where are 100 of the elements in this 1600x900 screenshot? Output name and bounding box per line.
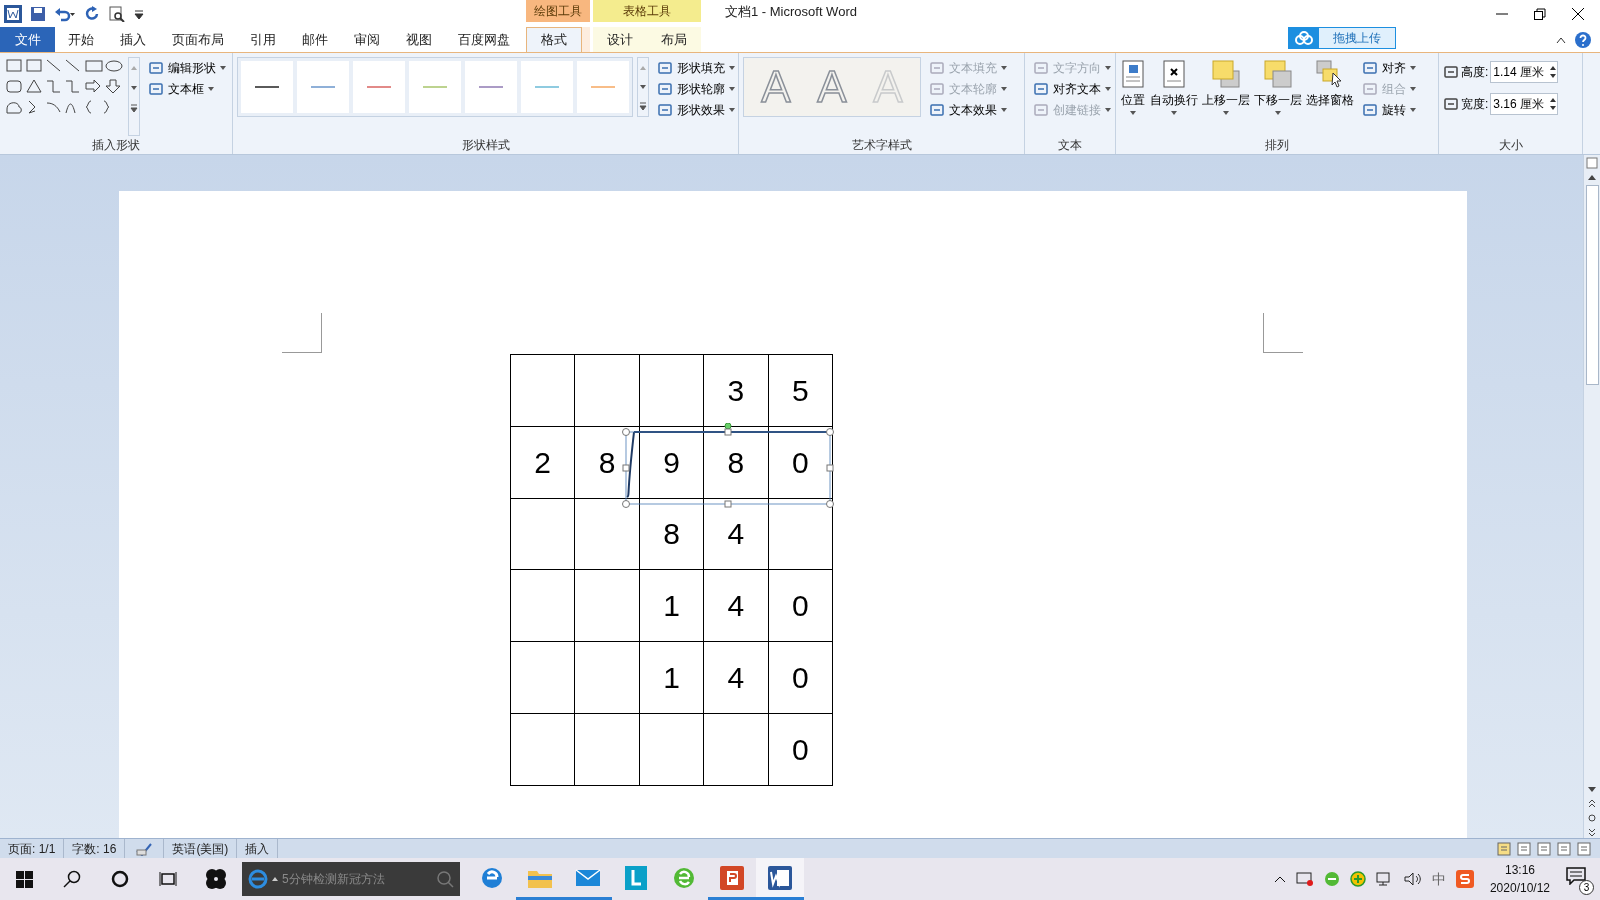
ribbon-command[interactable]: 文本效果 — [925, 99, 1011, 120]
caret-icon — [1410, 107, 1416, 112]
browse-object-icon[interactable] — [1587, 798, 1597, 838]
draft-icon[interactable] — [1576, 841, 1592, 856]
word-logo-icon — [4, 4, 22, 23]
ribbon-command[interactable]: 编辑形状 — [144, 57, 230, 78]
ribbon-tab[interactable]: 设计 — [593, 27, 647, 52]
help-icon[interactable] — [1574, 30, 1592, 49]
word-app-icon — [768, 865, 792, 890]
ribbon-tab[interactable]: 页面布局 — [159, 27, 237, 52]
caret-icon — [1410, 86, 1416, 91]
large-ribbon-button[interactable]: 选择窗格 — [1306, 57, 1354, 136]
expand-gallery-icon[interactable] — [638, 100, 648, 113]
large-ribbon-button[interactable]: 下移一层 — [1254, 57, 1302, 136]
notification-icon[interactable] — [1566, 867, 1586, 885]
table-cell: 0 — [768, 642, 833, 714]
collapse-ribbon-icon[interactable] — [1556, 35, 1566, 44]
table-cell — [575, 714, 640, 786]
ribbon-tab[interactable]: 插入 — [107, 27, 159, 52]
caret-icon — [220, 65, 226, 70]
caret-icon — [1275, 111, 1281, 115]
ribbon-command[interactable]: 对齐文本 — [1029, 78, 1115, 99]
size-input[interactable]: 1.14 厘米 — [1490, 61, 1559, 83]
taskbar-app[interactable] — [756, 858, 804, 900]
speaker-icon[interactable] — [1403, 871, 1422, 887]
file-tab[interactable]: 文件 — [0, 27, 55, 52]
ribbon-tab[interactable]: 开始 — [55, 27, 107, 52]
caret-icon — [1105, 107, 1111, 112]
large-ribbon-button[interactable]: 上移一层 — [1202, 57, 1250, 136]
spinner-icon[interactable] — [1549, 96, 1558, 112]
screen-icon[interactable] — [1295, 871, 1314, 887]
context-tab-header: 表格工具 — [593, 0, 701, 22]
line-style-swatch[interactable] — [409, 61, 461, 113]
caret-icon — [1223, 111, 1229, 115]
taskbar-search-field[interactable]: 5分钟检测新冠方法 — [242, 862, 460, 896]
ribbon-command[interactable]: 对齐 — [1358, 57, 1420, 78]
ribbon-tab[interactable]: 邮件 — [289, 27, 341, 52]
clock-time[interactable]: 13:16 — [1504, 861, 1535, 879]
pinwheel-icon[interactable] — [205, 868, 227, 890]
page-wrap-icon — [1161, 59, 1187, 89]
group-label: 形状样式 — [460, 137, 511, 154]
ruler-toggle-icon[interactable] — [1586, 157, 1598, 169]
restore-icon[interactable] — [1534, 7, 1546, 20]
caret-icon — [1105, 65, 1111, 70]
customize-menu-icon[interactable] — [134, 7, 144, 20]
windows-start-icon[interactable] — [15, 870, 33, 888]
outline-icon[interactable] — [1556, 841, 1572, 856]
caret-icon — [1171, 111, 1177, 115]
ribbon-command[interactable]: 形状效果 — [653, 99, 739, 120]
print-preview-icon[interactable] — [108, 5, 126, 22]
table-cell: 8 — [639, 498, 705, 571]
margin-corner-mark — [1262, 313, 1303, 353]
line-style-swatch[interactable] — [241, 61, 293, 113]
clock-date[interactable]: 2020/10/12 — [1489, 879, 1550, 897]
size-input[interactable]: 3.16 厘米 — [1490, 93, 1559, 115]
ime-indicator[interactable]: 中 — [1431, 868, 1446, 890]
caret-icon — [272, 877, 278, 881]
table-cell: 5 — [768, 355, 833, 427]
ribbon-tab[interactable]: 引用 — [237, 27, 289, 52]
table-cell: 0 — [768, 570, 833, 643]
web-layout-icon[interactable] — [1536, 841, 1552, 856]
ribbon-tab[interactable]: 布局 — [647, 27, 701, 52]
line-style-swatch[interactable] — [577, 61, 629, 113]
line-style-swatch[interactable] — [521, 61, 573, 113]
ribbon-command[interactable]: 形状轮廓 — [653, 78, 739, 99]
search-icon[interactable] — [63, 870, 81, 888]
proofing-check-icon[interactable] — [135, 841, 154, 856]
search-input[interactable]: 5分钟检测新冠方法 — [282, 870, 432, 888]
redo-icon[interactable] — [84, 5, 100, 22]
line-style-swatch[interactable] — [465, 61, 517, 113]
scroll-up-icon[interactable] — [1587, 173, 1597, 181]
task-view-icon[interactable] — [159, 871, 177, 887]
ribbon-tab[interactable]: 百度网盘 — [445, 27, 523, 52]
spinner-icon[interactable] — [1549, 64, 1558, 80]
scroll-down-icon[interactable] — [1587, 786, 1597, 794]
field-label: 高度: — [1461, 64, 1489, 81]
plus-circle-icon[interactable] — [1349, 871, 1366, 887]
ribbon-command[interactable]: 形状填充 — [653, 57, 739, 78]
reading-layout-icon[interactable] — [1516, 841, 1532, 856]
ribbon-command[interactable]: 旋转 — [1358, 99, 1420, 120]
ribbon-tab[interactable]: 格式 — [526, 27, 582, 52]
line-style-swatch[interactable] — [297, 61, 349, 113]
s-logo-icon[interactable] — [1455, 870, 1474, 888]
chevron-up-icon[interactable] — [1273, 875, 1286, 883]
upload-button[interactable]: 拖拽上传 — [1288, 27, 1396, 49]
large-ribbon-button[interactable]: 自动换行 — [1150, 57, 1198, 136]
cloud-icon — [1295, 31, 1313, 45]
ribbon-command[interactable]: 文本框 — [144, 78, 230, 99]
large-ribbon-button[interactable]: 位置 — [1120, 57, 1146, 136]
vertical-scrollbar[interactable] — [1583, 155, 1600, 838]
undo-icon[interactable] — [54, 5, 76, 22]
line-style-swatch[interactable] — [353, 61, 405, 113]
close-icon[interactable] — [1572, 7, 1584, 20]
caret-icon — [1130, 111, 1136, 115]
scroll-thumb[interactable] — [1585, 185, 1599, 385]
save-icon[interactable] — [30, 5, 46, 22]
caret-icon — [1410, 65, 1416, 70]
ribbon-tab[interactable]: 审阅 — [341, 27, 393, 52]
ribbon-tab[interactable]: 视图 — [393, 27, 445, 52]
circle-icon[interactable] — [111, 870, 129, 888]
